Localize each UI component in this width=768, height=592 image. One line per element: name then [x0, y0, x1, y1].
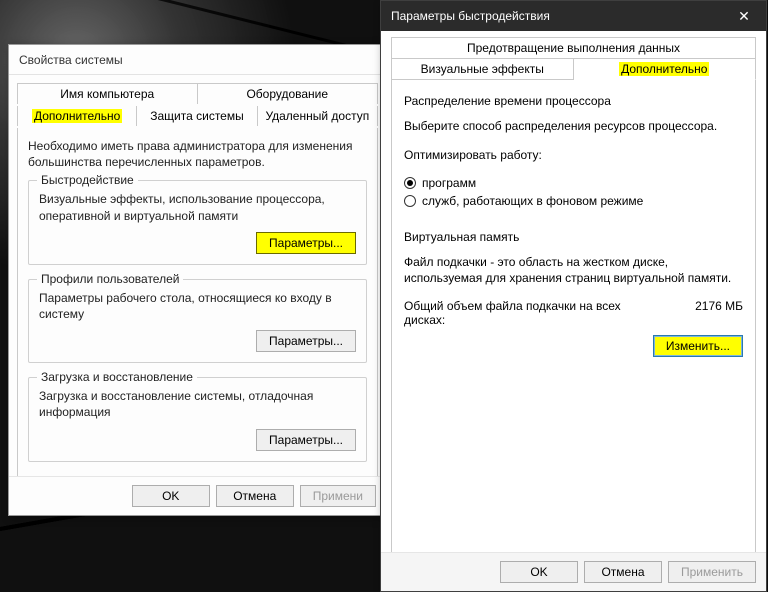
- performance-desc: Визуальные эффекты, использование процес…: [39, 191, 356, 223]
- tab-perf-advanced[interactable]: Дополнительно: [574, 58, 757, 80]
- radio-icon: [404, 195, 416, 207]
- processor-scheduling-desc: Выберите способ распределения ресурсов п…: [404, 118, 743, 135]
- tab-hardware[interactable]: Оборудование: [198, 83, 379, 104]
- radio-programs[interactable]: программ: [404, 176, 476, 190]
- performance-settings-button[interactable]: Параметры...: [256, 232, 356, 254]
- processor-scheduling-section: Распределение времени процессора Выберит…: [404, 94, 743, 208]
- user-profiles-legend: Профили пользователей: [37, 272, 183, 286]
- user-profiles-desc: Параметры рабочего стола, относящиеся ко…: [39, 290, 356, 322]
- system-properties-titlebar: Свойства системы: [9, 45, 386, 75]
- startup-recovery-desc: Загрузка и восстановление системы, отлад…: [39, 388, 356, 420]
- user-profiles-group: Профили пользователей Параметры рабочего…: [28, 279, 367, 363]
- pagefile-total-label: Общий объем файла подкачки на всех диска…: [404, 299, 624, 327]
- performance-options-ok-button[interactable]: OK: [500, 561, 578, 583]
- tab-advanced[interactable]: Дополнительно: [17, 106, 137, 126]
- tab-dep[interactable]: Предотвращение выполнения данных: [391, 37, 756, 58]
- startup-recovery-group: Загрузка и восстановление Загрузка и вос…: [28, 377, 367, 461]
- user-profiles-settings-button[interactable]: Параметры...: [256, 330, 356, 352]
- system-properties-apply-button[interactable]: Примени: [300, 485, 376, 507]
- system-properties-button-bar: OK Отмена Примени: [9, 476, 386, 515]
- advanced-tab-panel: Необходимо иметь права администратора дл…: [17, 128, 378, 509]
- startup-recovery-settings-button[interactable]: Параметры...: [256, 429, 356, 451]
- tab-visual-effects[interactable]: Визуальные эффекты: [391, 58, 574, 80]
- performance-options-title: Параметры быстродействия: [391, 9, 550, 23]
- system-properties-ok-button[interactable]: OK: [132, 485, 210, 507]
- radio-icon: [404, 177, 416, 189]
- performance-options-window: Параметры быстродействия ✕ Предотвращени…: [380, 0, 767, 592]
- close-button[interactable]: ✕: [722, 1, 766, 31]
- performance-legend: Быстродействие: [37, 173, 138, 187]
- virtual-memory-desc: Файл подкачки - это область на жестком д…: [404, 254, 743, 288]
- tabs-row-1: Имя компьютера Оборудование: [17, 83, 378, 104]
- performance-options-tabs: Предотвращение выполнения данных Визуаль…: [391, 37, 756, 80]
- system-properties-title: Свойства системы: [19, 53, 123, 67]
- performance-options-titlebar: Параметры быстродействия ✕: [381, 1, 766, 31]
- virtual-memory-section: Виртуальная память Файл подкачки - это о…: [404, 230, 743, 358]
- tab-remote[interactable]: Удаленный доступ: [258, 106, 378, 126]
- tab-computer-name[interactable]: Имя компьютера: [17, 83, 198, 104]
- performance-group: Быстродействие Визуальные эффекты, испол…: [28, 180, 367, 264]
- performance-options-apply-button[interactable]: Применить: [668, 561, 756, 583]
- optimize-for-label: Оптимизировать работу:: [404, 147, 743, 164]
- performance-options-button-bar: OK Отмена Применить: [381, 552, 766, 591]
- system-properties-window: Свойства системы Имя компьютера Оборудов…: [8, 44, 387, 516]
- startup-recovery-legend: Загрузка и восстановление: [37, 370, 197, 384]
- virtual-memory-title: Виртуальная память: [404, 230, 743, 244]
- tabs-row-2: Дополнительно Защита системы Удаленный д…: [17, 106, 378, 126]
- radio-background-services[interactable]: служб, работающих в фоновом режиме: [404, 194, 643, 208]
- pagefile-total-value: 2176 МБ: [695, 299, 743, 327]
- radio-programs-label: программ: [422, 176, 476, 190]
- close-icon: ✕: [738, 8, 750, 25]
- change-pagefile-button[interactable]: Изменить...: [653, 335, 743, 357]
- admin-rights-note: Необходимо иметь права администратора дл…: [28, 138, 367, 170]
- performance-options-cancel-button[interactable]: Отмена: [584, 561, 662, 583]
- processor-scheduling-title: Распределение времени процессора: [404, 94, 743, 108]
- tab-system-protection[interactable]: Защита системы: [137, 106, 257, 126]
- system-properties-cancel-button[interactable]: Отмена: [216, 485, 294, 507]
- perf-advanced-panel: Распределение времени процессора Выберит…: [391, 80, 756, 560]
- radio-services-label: служб, работающих в фоновом режиме: [422, 194, 643, 208]
